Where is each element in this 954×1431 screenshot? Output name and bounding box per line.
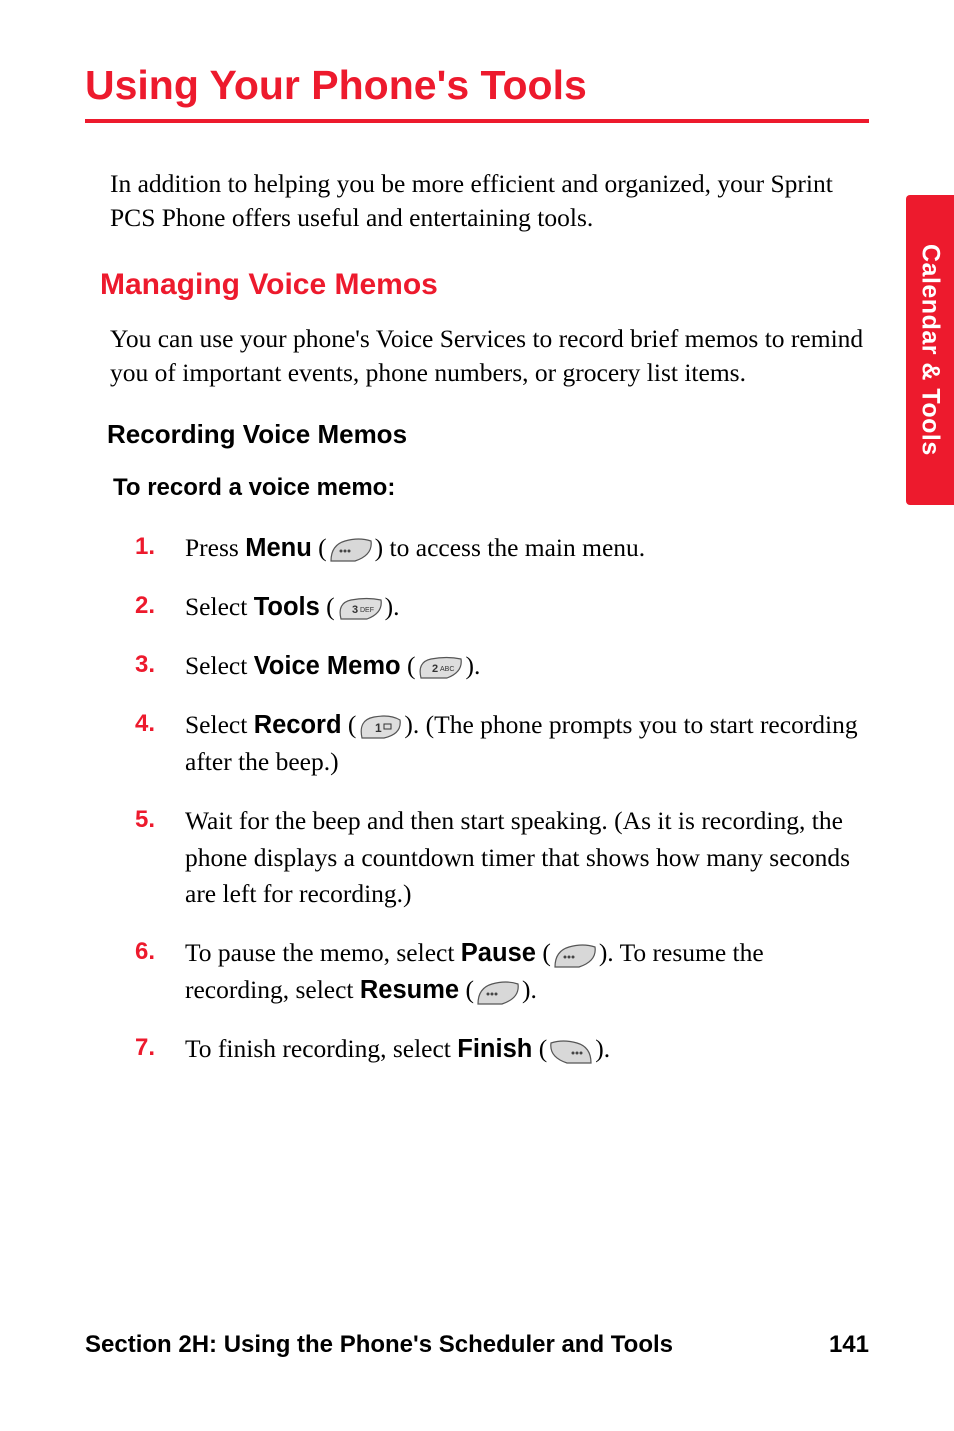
key-1-icon: 1 [358,714,402,740]
step-text: Select [185,710,254,739]
steps-list: Press Menu ( ) to access the main menu. S… [135,530,869,1069]
step-text: ( [459,975,474,1004]
ui-label-pause: Pause [461,939,536,967]
left-softkey-icon [553,943,597,969]
ui-label-voice-memo: Voice Memo [254,652,401,680]
step-text: ). [595,1034,610,1063]
key-2abc-icon: 2ABC [417,656,463,680]
step-text: To finish recording, select [185,1034,457,1063]
ui-label-menu: Menu [245,534,312,562]
sub-heading: Recording Voice Memos [107,419,869,450]
step-text: ) to access the main menu. [375,533,646,562]
step-text: Press [185,533,245,562]
step-5: Wait for the beep and then start speakin… [135,803,869,914]
ui-label-resume: Resume [360,976,459,1004]
step-text: ( [342,710,357,739]
svg-text:ABC: ABC [440,666,454,673]
right-softkey-icon [549,1039,593,1065]
step-1: Press Menu ( ) to access the main menu. [135,530,869,567]
step-text: Select [185,651,254,680]
page-title: Using Your Phone's Tools [85,62,869,123]
key-3def-icon: 3DEF [337,597,383,621]
step-text: ( [312,533,327,562]
page-footer: Section 2H: Using the Phone's Scheduler … [85,1331,869,1359]
step-text: ). [522,975,537,1004]
footer-section: Section 2H: Using the Phone's Scheduler … [85,1331,673,1359]
lead-line: To record a voice memo: [113,474,869,502]
step-text: ( [401,651,416,680]
footer-page-number: 141 [829,1331,869,1359]
step-3: Select Voice Memo (2ABC). [135,648,869,685]
step-2: Select Tools (3DEF). [135,589,869,626]
step-7: To finish recording, select Finish (). [135,1031,869,1068]
intro-paragraph: In addition to helping you be more effic… [110,167,869,236]
svg-text:DEF: DEF [360,607,374,614]
step-4: Select Record (1). (The phone prompts yo… [135,707,869,781]
step-text: ). [385,592,400,621]
step-text: ). [465,651,480,680]
svg-text:1: 1 [375,721,382,735]
step-6: To pause the memo, select Pause (). To r… [135,935,869,1009]
svg-text:3: 3 [352,604,358,616]
section-heading: Managing Voice Memos [100,268,869,302]
step-text: Select [185,592,254,621]
step-text: ( [532,1034,547,1063]
left-softkey-icon [329,537,373,563]
section-body: You can use your phone's Voice Services … [110,322,869,391]
ui-label-tools: Tools [254,593,320,621]
step-text: ( [320,592,335,621]
step-text: Wait for the beep and then start speakin… [185,806,850,909]
page: Using Your Phone's Tools In addition to … [0,0,954,1068]
ui-label-finish: Finish [457,1035,532,1063]
ui-label-record: Record [254,711,342,739]
step-text: ( [536,938,551,967]
left-softkey-icon [476,980,520,1006]
step-text: To pause the memo, select [185,938,461,967]
svg-text:2: 2 [432,663,438,675]
